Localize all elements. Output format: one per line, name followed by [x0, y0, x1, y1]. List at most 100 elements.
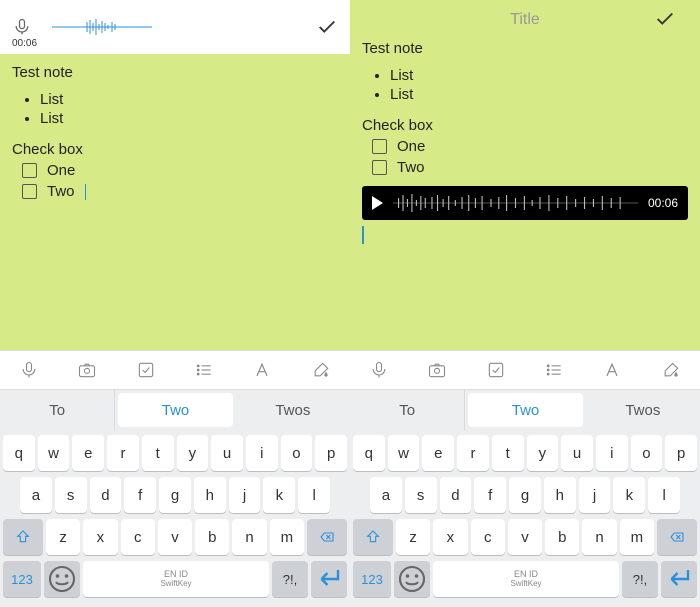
key-q[interactable]: q	[3, 435, 35, 471]
key-f[interactable]: f	[124, 477, 156, 513]
audio-player[interactable]: 00:06	[362, 186, 688, 220]
key-s[interactable]: s	[405, 477, 437, 513]
key-v[interactable]: v	[508, 519, 542, 555]
key-m[interactable]: m	[270, 519, 304, 555]
key-x[interactable]: x	[83, 519, 117, 555]
space-key[interactable]: EN IDSwiftKey	[433, 561, 619, 597]
emoji-key[interactable]	[394, 561, 430, 597]
punct-key[interactable]: ?!,	[272, 561, 308, 597]
suggestion-selected[interactable]: Two	[468, 393, 582, 427]
enter-key[interactable]	[311, 561, 347, 597]
key-z[interactable]: z	[396, 519, 430, 555]
key-m[interactable]: m	[620, 519, 654, 555]
key-o[interactable]: o	[281, 435, 313, 471]
checkbox-row[interactable]: One	[372, 138, 688, 155]
checkbox-row[interactable]: Two	[372, 159, 688, 176]
checkbox-icon[interactable]	[372, 139, 387, 154]
paint-icon[interactable]	[661, 360, 681, 380]
mic-icon[interactable]	[19, 360, 39, 380]
backspace-key[interactable]	[657, 519, 697, 555]
key-n[interactable]: n	[582, 519, 616, 555]
camera-icon[interactable]	[77, 360, 97, 380]
key-g[interactable]: g	[159, 477, 191, 513]
suggestion-selected[interactable]: Two	[118, 393, 232, 427]
suggestion[interactable]: To	[0, 390, 115, 430]
key-j[interactable]: j	[579, 477, 611, 513]
key-z[interactable]: z	[46, 519, 80, 555]
numeric-key[interactable]: 123	[353, 561, 391, 597]
checkbox-icon[interactable]	[22, 163, 37, 178]
play-icon[interactable]	[372, 196, 383, 210]
key-w[interactable]: w	[38, 435, 70, 471]
key-e[interactable]: e	[72, 435, 104, 471]
shift-key[interactable]	[353, 519, 393, 555]
list-tool-icon[interactable]	[194, 360, 214, 380]
key-d[interactable]: d	[440, 477, 472, 513]
key-i[interactable]: i	[596, 435, 628, 471]
checkbox-icon[interactable]	[372, 160, 387, 175]
key-c[interactable]: c	[471, 519, 505, 555]
emoji-key[interactable]	[44, 561, 80, 597]
key-y[interactable]: y	[177, 435, 209, 471]
key-c[interactable]: c	[121, 519, 155, 555]
key-i[interactable]: i	[246, 435, 278, 471]
key-l[interactable]: l	[298, 477, 330, 513]
key-l[interactable]: l	[648, 477, 680, 513]
key-a[interactable]: a	[20, 477, 52, 513]
enter-key[interactable]	[661, 561, 697, 597]
checkbox-tool-icon[interactable]	[486, 360, 506, 380]
key-b[interactable]: b	[545, 519, 579, 555]
note-body-left[interactable]: Test note List List Check box One Two	[0, 54, 350, 350]
key-d[interactable]: d	[90, 477, 122, 513]
space-key[interactable]: EN IDSwiftKey	[83, 561, 269, 597]
text-style-icon[interactable]	[602, 360, 622, 380]
checkbox-row[interactable]: Two	[22, 183, 338, 200]
key-g[interactable]: g	[509, 477, 541, 513]
numeric-key[interactable]: 123	[3, 561, 41, 597]
confirm-icon[interactable]	[654, 8, 676, 30]
mic-icon[interactable]	[12, 17, 32, 37]
checkbox-icon[interactable]	[22, 184, 37, 199]
checkbox-tool-icon[interactable]	[136, 360, 156, 380]
suggestion[interactable]: To	[350, 390, 465, 430]
key-t[interactable]: t	[142, 435, 174, 471]
key-r[interactable]: r	[107, 435, 139, 471]
key-x[interactable]: x	[433, 519, 467, 555]
key-r[interactable]: r	[457, 435, 489, 471]
key-h[interactable]: h	[194, 477, 226, 513]
key-o[interactable]: o	[631, 435, 663, 471]
paint-icon[interactable]	[311, 360, 331, 380]
key-a[interactable]: a	[370, 477, 402, 513]
confirm-icon[interactable]	[316, 16, 338, 38]
punct-key[interactable]: ?!,	[622, 561, 658, 597]
key-y[interactable]: y	[527, 435, 559, 471]
camera-icon[interactable]	[427, 360, 447, 380]
key-v[interactable]: v	[158, 519, 192, 555]
key-q[interactable]: q	[353, 435, 385, 471]
title-placeholder[interactable]: Title	[510, 11, 540, 29]
suggestion[interactable]: Twos	[586, 390, 700, 430]
note-body-right[interactable]: Title Test note List List Check box One …	[350, 0, 700, 350]
key-h[interactable]: h	[544, 477, 576, 513]
text-style-icon[interactable]	[252, 360, 272, 380]
key-t[interactable]: t	[492, 435, 524, 471]
checkbox-row[interactable]: One	[22, 162, 338, 179]
key-e[interactable]: e	[422, 435, 454, 471]
key-u[interactable]: u	[561, 435, 593, 471]
backspace-key[interactable]	[307, 519, 347, 555]
shift-key[interactable]	[3, 519, 43, 555]
key-b[interactable]: b	[195, 519, 229, 555]
mic-icon[interactable]	[369, 360, 389, 380]
key-u[interactable]: u	[211, 435, 243, 471]
key-p[interactable]: p	[315, 435, 347, 471]
list-tool-icon[interactable]	[544, 360, 564, 380]
key-k[interactable]: k	[263, 477, 295, 513]
key-f[interactable]: f	[474, 477, 506, 513]
key-s[interactable]: s	[55, 477, 87, 513]
key-w[interactable]: w	[388, 435, 420, 471]
suggestion[interactable]: Twos	[236, 390, 350, 430]
key-p[interactable]: p	[665, 435, 697, 471]
key-j[interactable]: j	[229, 477, 261, 513]
key-n[interactable]: n	[232, 519, 266, 555]
key-k[interactable]: k	[613, 477, 645, 513]
